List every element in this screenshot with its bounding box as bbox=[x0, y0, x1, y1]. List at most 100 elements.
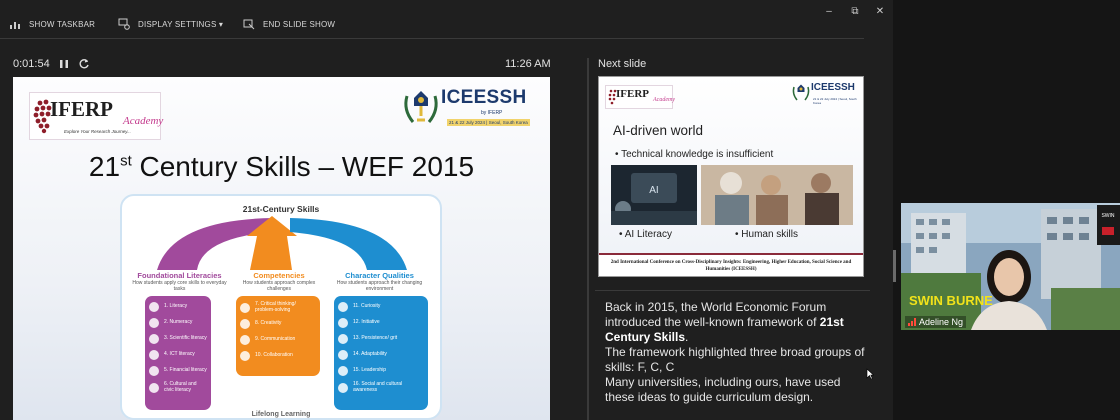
thinking-icon bbox=[240, 302, 250, 313]
pane-divider[interactable] bbox=[587, 58, 589, 420]
next-slide-label: Next slide bbox=[598, 58, 647, 70]
skill-item: 7. Critical thinking/ problem-solving bbox=[240, 301, 316, 313]
taskbar-icon bbox=[10, 22, 20, 29]
awareness-icon bbox=[338, 382, 348, 393]
persistence-icon bbox=[338, 334, 348, 344]
next-bullet-main: • Technical knowledge is insufficient bbox=[615, 149, 774, 160]
science-icon bbox=[149, 334, 159, 344]
elapsed-timer: 0:01:54 bbox=[13, 58, 50, 70]
iferp-tagline: Explore Your Research Journey... bbox=[64, 129, 131, 134]
human-skills-photo bbox=[701, 165, 853, 225]
collaboration-icon bbox=[240, 351, 250, 361]
next-iceessh-date: 21 & 22 July 2024 | Seoul, South Korea bbox=[813, 97, 857, 105]
skill-item: 12. Initiative bbox=[338, 318, 424, 328]
col-head-foundational: Foundational Literacies bbox=[137, 271, 222, 280]
presenter-view: SHOW TASKBAR DISPLAY SETTINGS ▾ END SLID… bbox=[0, 0, 1120, 420]
skills-diagram: 21st-Century Skills Foundational Literac… bbox=[120, 194, 442, 420]
next-bullet-ai-literacy: • AI Literacy bbox=[619, 229, 672, 240]
skill-item: 10. Collaboration bbox=[240, 351, 316, 361]
participant-video[interactable]: SWIN SWIN BURNE Adeline Ng bbox=[901, 203, 1120, 330]
notes-line-3: The framework highlighted three broad gr… bbox=[605, 345, 865, 374]
iferp-academy-text: Academy bbox=[123, 115, 164, 127]
presenter-toolbar: SHOW TASKBAR DISPLAY SETTINGS ▾ END SLID… bbox=[0, 0, 893, 40]
next-bullet-human-skills: • Human skills bbox=[735, 229, 798, 240]
skill-item: 3. Scientific literacy bbox=[149, 334, 207, 344]
skill-item: 2. Numeracy bbox=[149, 318, 207, 328]
skill-item: 15. Leadership bbox=[338, 366, 424, 376]
numeracy-icon bbox=[149, 318, 159, 328]
leadership-icon bbox=[338, 366, 348, 376]
literacy-icon bbox=[149, 302, 159, 312]
skill-item: 14. Adaptability bbox=[338, 350, 424, 360]
close-button[interactable]: ✕ bbox=[869, 6, 891, 22]
participant-name-tag: Adeline Ng bbox=[905, 316, 967, 328]
title-text: Century Skills – WEF 2015 bbox=[131, 151, 475, 182]
notes-line-4: Many universities, including ours, have … bbox=[605, 375, 841, 404]
toolbar-divider bbox=[0, 38, 864, 39]
skill-item: 8. Creativity bbox=[240, 319, 316, 329]
window-scrollbar[interactable] bbox=[893, 250, 896, 282]
iferp-academy-logo: IFERP Academy Explore Your Research Jour… bbox=[29, 92, 164, 140]
display-settings-label: DISPLAY SETTINGS ▾ bbox=[138, 19, 224, 29]
col-sub-competencies: How students approach complex challenges bbox=[242, 280, 316, 292]
ai-technology-photo: AI bbox=[611, 165, 697, 225]
civic-icon bbox=[149, 382, 159, 393]
restore-button[interactable]: ⧉ bbox=[844, 6, 866, 22]
reset-timer-icon[interactable] bbox=[77, 57, 91, 71]
foundational-box: 1. Literacy 2. Numeracy 3. Scientific li… bbox=[145, 296, 211, 410]
next-slide-footer: 2nd International Conference on Cross-Di… bbox=[599, 253, 863, 276]
character-box: 11. Curiosity 12. Initiative 13. Persist… bbox=[334, 296, 428, 410]
display-settings-icon bbox=[118, 18, 130, 30]
laurel-emblem-icon bbox=[792, 84, 810, 101]
skill-item: 1. Literacy bbox=[149, 302, 207, 312]
next-iceessh-wordmark: ICEESSH bbox=[811, 82, 855, 93]
campus-background-image: SWIN bbox=[901, 203, 1120, 330]
show-taskbar-button[interactable]: SHOW TASKBAR bbox=[9, 15, 95, 33]
skill-item: 13. Persistence/ grit bbox=[338, 334, 424, 344]
minimize-button[interactable]: – bbox=[818, 6, 840, 22]
iceessh-date: 21 & 22 July 2024 | Seoul, South Korea bbox=[447, 119, 530, 126]
skill-item: 5. Financial literacy bbox=[149, 366, 207, 376]
next-iferp-wordmark: IFERP bbox=[616, 88, 649, 100]
swinburne-banner: SWIN BURNE bbox=[909, 293, 993, 308]
speaker-notes[interactable]: Back in 2015, the World Economic Forum i… bbox=[605, 300, 865, 405]
mouse-cursor-icon bbox=[866, 368, 874, 380]
lifelong-learning-label: Lifelong Learning bbox=[251, 411, 311, 418]
current-slide[interactable]: IFERP Academy Explore Your Research Jour… bbox=[13, 77, 550, 420]
skill-item: 16. Social and cultural awareness bbox=[338, 381, 424, 393]
curiosity-icon bbox=[338, 302, 348, 312]
show-taskbar-label: SHOW TASKBAR bbox=[29, 19, 96, 29]
next-iferp-academy: Academy bbox=[653, 97, 675, 103]
notes-line-2: . bbox=[685, 330, 689, 344]
notes-line-1: Back in 2015, the World Economic Forum i… bbox=[605, 300, 827, 329]
title-superscript: st bbox=[120, 152, 132, 170]
end-slide-show-label: END SLIDE SHOW bbox=[263, 19, 336, 29]
svg-text:SWIN: SWIN bbox=[1101, 213, 1114, 219]
col-sub-foundational: How students apply core skills to everyd… bbox=[132, 280, 227, 292]
skill-item: 9. Communication bbox=[240, 335, 316, 345]
next-iceessh-logo: ICEESSH 21 & 22 July 2024 | Seoul, South… bbox=[791, 80, 863, 106]
participant-name: Adeline Ng bbox=[919, 317, 964, 327]
skill-item: 11. Curiosity bbox=[338, 302, 424, 312]
next-iferp-logo: IFERP Academy bbox=[605, 85, 675, 109]
pause-icon[interactable] bbox=[57, 57, 71, 71]
notes-divider[interactable] bbox=[595, 290, 870, 291]
col-sub-character: How students approach their changing env… bbox=[336, 280, 423, 292]
skills-arch-graphic bbox=[157, 216, 407, 270]
presenter-window: SHOW TASKBAR DISPLAY SETTINGS ▾ END SLID… bbox=[0, 0, 893, 420]
iceessh-wordmark: ICEESSH bbox=[441, 87, 527, 108]
clock: 11:26 AM bbox=[505, 58, 551, 70]
creativity-icon bbox=[240, 319, 250, 329]
next-slide-title: AI-driven world bbox=[613, 123, 704, 138]
next-slide-preview[interactable]: IFERP Academy ICEESSH 21 & 22 July 2024 … bbox=[598, 76, 864, 277]
slide-title: 21st Century Skills – WEF 2015 bbox=[13, 151, 550, 183]
display-settings-button[interactable]: DISPLAY SETTINGS ▾ bbox=[118, 15, 223, 33]
iferp-wordmark: IFERP bbox=[50, 97, 113, 121]
competencies-box: 7. Critical thinking/ problem-solving 8.… bbox=[236, 296, 320, 376]
initiative-icon bbox=[338, 318, 348, 328]
end-slide-show-button[interactable]: END SLIDE SHOW bbox=[243, 15, 335, 33]
end-show-icon bbox=[243, 19, 255, 30]
laurel-emblem-icon bbox=[404, 91, 438, 123]
adaptability-icon bbox=[338, 350, 348, 360]
computer-icon bbox=[149, 350, 159, 360]
